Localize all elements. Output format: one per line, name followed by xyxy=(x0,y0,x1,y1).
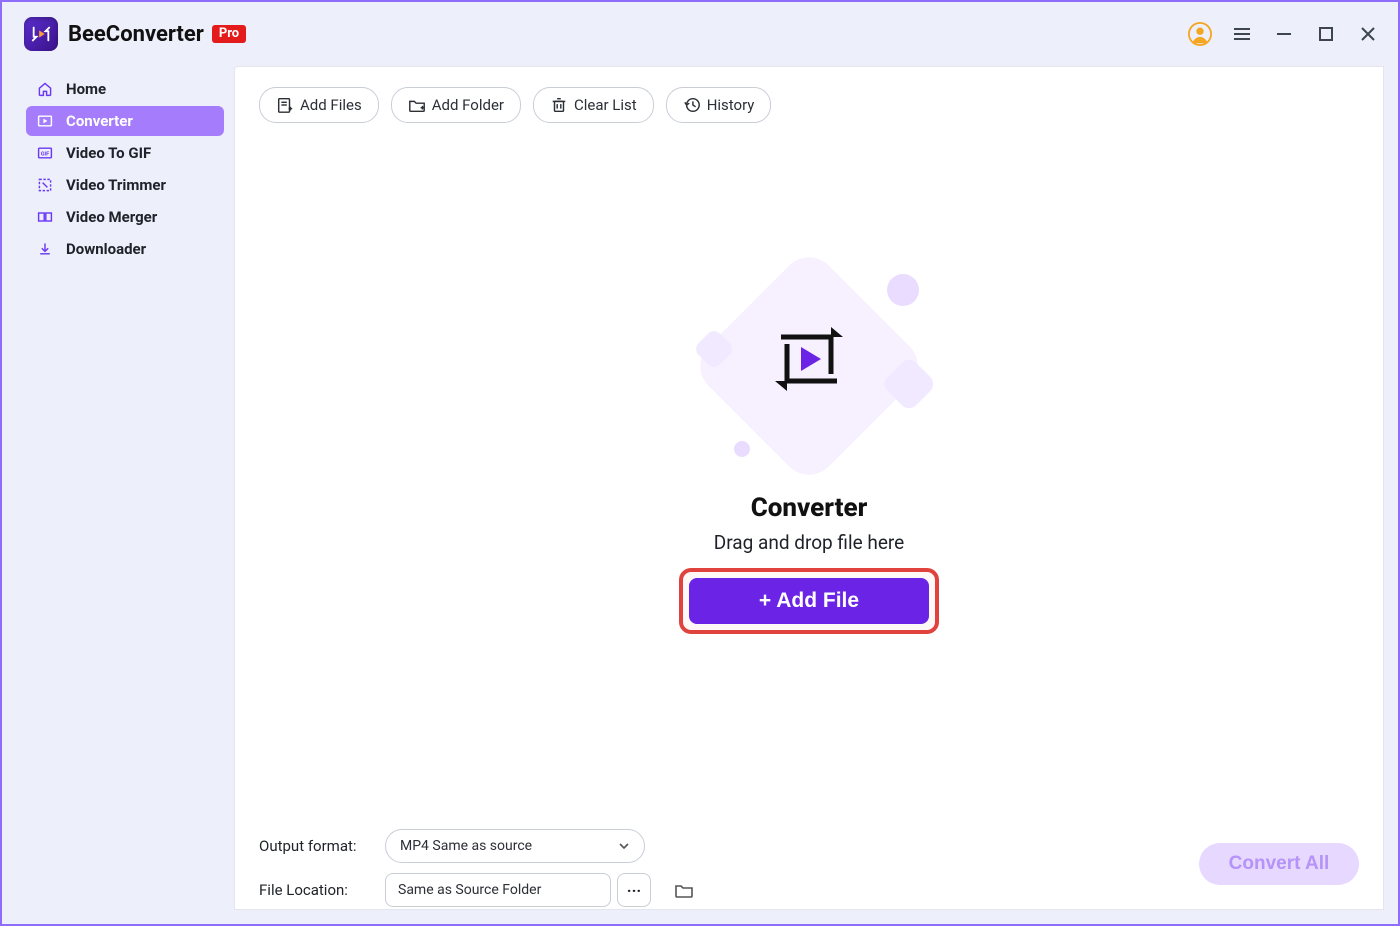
file-location-value: Same as Source Folder xyxy=(398,882,541,898)
open-folder-icon[interactable] xyxy=(673,879,695,901)
converter-icon xyxy=(36,112,54,130)
sidebar-item-video-trimmer[interactable]: Video Trimmer xyxy=(26,170,224,200)
sidebar-item-downloader[interactable]: Downloader xyxy=(26,234,224,264)
output-format-label: Output format: xyxy=(259,837,369,855)
sidebar-item-converter[interactable]: Converter xyxy=(26,106,224,136)
sidebar-item-label: Converter xyxy=(66,112,133,130)
home-icon xyxy=(36,80,54,98)
output-format-value: MP4 Same as source xyxy=(400,838,532,854)
sidebar-item-label: Downloader xyxy=(66,240,146,258)
file-location-field[interactable]: Same as Source Folder xyxy=(385,873,611,907)
maximize-icon[interactable] xyxy=(1314,22,1338,46)
main-panel: Add Files Add Folder Clear List History xyxy=(234,66,1384,910)
app-name: BeeConverter xyxy=(68,22,204,47)
merge-icon xyxy=(36,208,54,226)
svg-text:GIF: GIF xyxy=(41,151,50,157)
file-location-browse-button[interactable]: ··· xyxy=(617,873,651,907)
add-file-button-label: + Add File xyxy=(759,589,859,613)
sidebar-item-home[interactable]: Home xyxy=(26,74,224,104)
empty-state: Converter Drag and drop file here + Add … xyxy=(235,83,1383,819)
download-icon xyxy=(36,240,54,258)
sidebar-item-label: Video To GIF xyxy=(66,144,151,162)
converter-icon xyxy=(769,319,849,399)
sidebar: Home Converter GIF Video To GIF Video Trimme… xyxy=(2,66,234,924)
chevron-down-icon xyxy=(618,840,630,852)
sidebar-item-label: Video Merger xyxy=(66,208,157,226)
converter-graphic xyxy=(684,269,934,469)
user-account-icon[interactable] xyxy=(1188,22,1212,46)
sidebar-item-label: Video Trimmer xyxy=(66,176,166,194)
minimize-icon[interactable] xyxy=(1272,22,1296,46)
sidebar-item-label: Home xyxy=(66,80,106,98)
add-file-highlight: + Add File xyxy=(679,568,939,634)
convert-all-label: Convert All xyxy=(1229,853,1330,874)
pro-badge: Pro xyxy=(212,25,246,43)
close-icon[interactable] xyxy=(1356,22,1380,46)
convert-all-button[interactable]: Convert All xyxy=(1199,843,1359,885)
title-bar: BeeConverter Pro xyxy=(2,2,1398,66)
output-format-select[interactable]: MP4 Same as source xyxy=(385,829,645,863)
menu-icon[interactable] xyxy=(1230,22,1254,46)
empty-title: Converter xyxy=(751,493,868,523)
sidebar-item-video-to-gif[interactable]: GIF Video To GIF xyxy=(26,138,224,168)
app-logo-icon xyxy=(24,17,58,51)
file-location-label: File Location: xyxy=(259,881,369,899)
empty-subtitle: Drag and drop file here xyxy=(714,531,905,554)
add-file-button[interactable]: + Add File xyxy=(689,578,929,624)
trim-icon xyxy=(36,176,54,194)
gif-icon: GIF xyxy=(36,144,54,162)
sidebar-item-video-merger[interactable]: Video Merger xyxy=(26,202,224,232)
